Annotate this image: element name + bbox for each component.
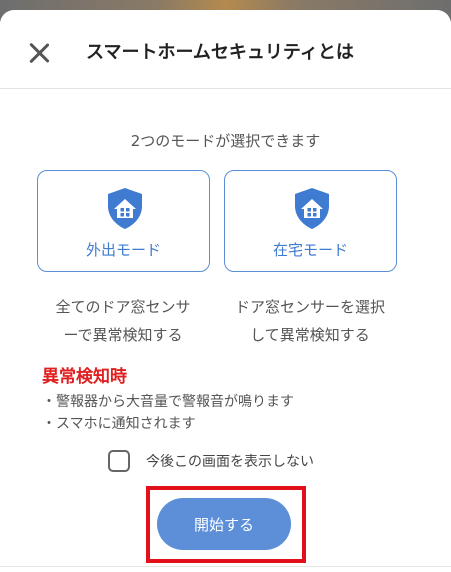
home-mode-description-line2: して異常検知する <box>250 326 370 344</box>
away-mode-description-line2: ーで異常検知する <box>63 326 183 344</box>
home-mode-description-line1: ドア窓センサーを選択 <box>234 298 385 316</box>
dont-show-again-label: 今後この画面を表示しない <box>146 454 314 470</box>
away-mode-label: 外出モード <box>85 241 161 259</box>
home-mode-description: ドア窓センサーを選択 して異常検知する <box>215 293 405 349</box>
close-icon[interactable] <box>26 40 52 66</box>
home-mode-card[interactable]: 在宅モード <box>224 170 397 272</box>
house-shield-icon <box>295 188 329 229</box>
dont-show-again-checkbox[interactable] <box>108 450 130 472</box>
mode-count-text: 2つのモードが選択できます <box>130 132 321 150</box>
away-mode-description: 全てのドア窓センサ ーで異常検知する <box>28 293 218 349</box>
house-shield-icon <box>108 188 142 229</box>
alert-heading: 異常検知時 <box>42 367 127 387</box>
home-mode-label: 在宅モード <box>272 241 348 259</box>
header-divider <box>0 88 451 89</box>
away-mode-card[interactable]: 外出モード <box>37 170 210 272</box>
start-button[interactable]: 開始する <box>157 498 291 550</box>
alert-list: ・警報器から大音量で警報音が鳴ります ・スマホに通知されます <box>42 391 294 435</box>
sheet-title: スマートホームセキュリティとは <box>86 42 354 63</box>
sheet-header: スマートホームセキュリティとは <box>0 10 451 88</box>
away-mode-description-line1: 全てのドア窓センサ <box>55 298 191 316</box>
info-sheet: スマートホームセキュリティとは 2つのモードが選択できます 外出モード 在宅モー… <box>0 10 451 572</box>
bottom-divider <box>0 566 451 567</box>
dont-show-again-row[interactable]: 今後この画面を表示しない <box>108 448 314 474</box>
alert-item: ・警報器から大音量で警報音が鳴ります <box>42 394 294 410</box>
alert-item: ・スマホに通知されます <box>42 416 196 432</box>
